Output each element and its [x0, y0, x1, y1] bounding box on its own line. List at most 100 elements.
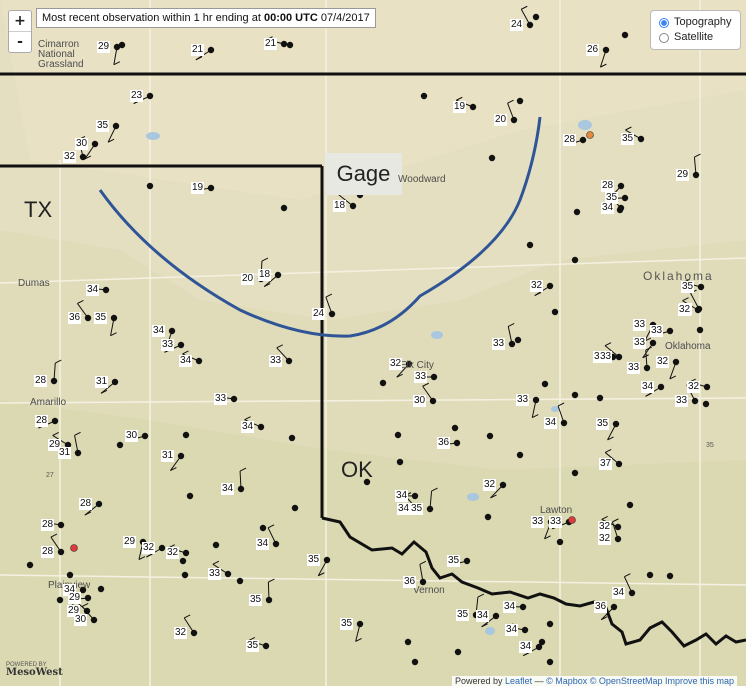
station-dot[interactable] — [179, 557, 187, 565]
station-dot[interactable] — [488, 154, 496, 162]
temperature-label[interactable]: 35 — [410, 503, 424, 515]
temperature-label[interactable]: 30 — [74, 614, 88, 626]
temperature-label[interactable]: 18 — [258, 269, 272, 281]
station-dot[interactable] — [420, 92, 428, 100]
temperature-label[interactable]: 18 — [333, 200, 347, 212]
station-dot[interactable] — [280, 204, 288, 212]
station-dot[interactable] — [396, 458, 404, 466]
temperature-label[interactable]: 31 — [161, 450, 175, 462]
temperature-label[interactable]: 24 — [312, 308, 326, 320]
temperature-label[interactable]: 21 — [264, 38, 278, 50]
station-dot[interactable] — [546, 620, 554, 628]
station-dot[interactable] — [573, 208, 581, 216]
temperature-label[interactable]: 24 — [510, 19, 524, 31]
temperature-label[interactable]: 34 — [505, 624, 519, 636]
temperature-label[interactable]: 32 — [142, 542, 156, 554]
station-dot[interactable] — [66, 571, 74, 579]
station-dot[interactable] — [97, 585, 105, 593]
temperature-label[interactable]: 34 — [503, 601, 517, 613]
temperature-label[interactable]: 34 — [241, 421, 255, 433]
topography-radio[interactable] — [659, 17, 669, 28]
temperature-label[interactable]: 32 — [389, 358, 403, 370]
temperature-label[interactable]: 35 — [307, 554, 321, 566]
temperature-label[interactable]: 20 — [241, 273, 255, 285]
temperature-label[interactable]: 33 — [208, 568, 222, 580]
temperature-label[interactable]: 36 — [437, 437, 451, 449]
station-dot[interactable] — [621, 31, 629, 39]
temperature-label[interactable]: 30 — [125, 430, 139, 442]
station-dot-highlight[interactable] — [70, 544, 78, 552]
temperature-label[interactable]: 33 — [414, 371, 428, 383]
temperature-label[interactable]: 33 — [633, 319, 647, 331]
station-dot[interactable] — [116, 441, 124, 449]
temperature-label[interactable]: 34 — [544, 417, 558, 429]
temperature-label[interactable]: 33 — [675, 395, 689, 407]
station-dot[interactable] — [181, 571, 189, 579]
station-dot-highlight[interactable] — [568, 516, 576, 524]
temperature-label[interactable]: 30 — [413, 395, 427, 407]
station-dot[interactable] — [451, 424, 459, 432]
station-dot[interactable] — [551, 308, 559, 316]
temperature-label[interactable]: 28 — [563, 134, 577, 146]
station-dot[interactable] — [411, 658, 419, 666]
temperature-label[interactable]: 34 — [397, 503, 411, 515]
temperature-label[interactable]: 32 — [174, 627, 188, 639]
station-dot[interactable] — [596, 394, 604, 402]
temperature-label[interactable]: 32 — [598, 533, 612, 545]
temperature-label[interactable]: 35 — [596, 418, 610, 430]
station-dot[interactable] — [56, 596, 64, 604]
station-dot[interactable] — [146, 182, 154, 190]
temperature-label[interactable]: 34 — [476, 610, 490, 622]
temperature-label[interactable]: 20 — [494, 114, 508, 126]
temperature-label[interactable]: 31 — [95, 376, 109, 388]
station-dot[interactable] — [696, 326, 704, 334]
station-dot[interactable] — [538, 638, 546, 646]
temperature-label[interactable]: 28 — [601, 180, 615, 192]
temperature-label[interactable]: 29 — [676, 169, 690, 181]
station-dot[interactable] — [541, 380, 549, 388]
temperature-label[interactable]: 33 — [549, 516, 563, 528]
station-dot[interactable] — [646, 571, 654, 579]
mapbox-link[interactable]: © Mapbox — [546, 676, 587, 686]
temperature-label[interactable]: 35 — [246, 640, 260, 652]
temperature-label[interactable]: 35 — [447, 555, 461, 567]
temperature-label[interactable]: 32 — [530, 280, 544, 292]
temperature-label[interactable]: 35 — [681, 281, 695, 293]
temperature-label[interactable]: 31 — [58, 447, 72, 459]
station-dot[interactable] — [532, 13, 540, 21]
station-dot[interactable] — [186, 492, 194, 500]
station-dot[interactable] — [26, 561, 34, 569]
temperature-label[interactable]: 37 — [599, 458, 613, 470]
station-dot[interactable] — [379, 379, 387, 387]
temperature-label[interactable]: 32 — [656, 356, 670, 368]
station-dot[interactable] — [404, 638, 412, 646]
temperature-label[interactable]: 34 — [86, 284, 100, 296]
temperature-label[interactable]: 35 — [340, 618, 354, 630]
station-dot[interactable] — [394, 431, 402, 439]
temperature-label[interactable]: 35 — [456, 609, 470, 621]
temperature-label[interactable]: 34 — [256, 538, 270, 550]
temperature-label[interactable]: 34 — [395, 490, 409, 502]
zoom-out-button[interactable]: - — [9, 31, 31, 52]
station-dot[interactable] — [516, 97, 524, 105]
station-dot[interactable] — [236, 577, 244, 585]
temperature-label[interactable]: 32 — [63, 151, 77, 163]
temperature-label[interactable]: 21 — [191, 44, 205, 56]
temperature-label[interactable]: 34 — [612, 587, 626, 599]
leaflet-link[interactable]: Leaflet — [505, 676, 532, 686]
station-dot[interactable] — [288, 434, 296, 442]
station-dot[interactable] — [259, 524, 267, 532]
station-dot[interactable] — [514, 336, 522, 344]
temperature-label[interactable]: 32 — [687, 381, 701, 393]
station-dot[interactable] — [286, 41, 294, 49]
temperature-label[interactable]: 23 — [130, 90, 144, 102]
temperature-label[interactable]: 29 — [97, 41, 111, 53]
temperature-label[interactable]: 34 — [221, 483, 235, 495]
layer-option-satellite[interactable]: Satellite — [659, 30, 732, 45]
temperature-label[interactable]: 34 — [179, 355, 193, 367]
station-dot[interactable] — [571, 469, 579, 477]
temperature-label[interactable]: 32 — [483, 479, 497, 491]
temperature-label[interactable]: 33 — [492, 338, 506, 350]
temperature-label[interactable]: 35 — [249, 594, 263, 606]
temperature-label[interactable]: 35 — [96, 120, 110, 132]
